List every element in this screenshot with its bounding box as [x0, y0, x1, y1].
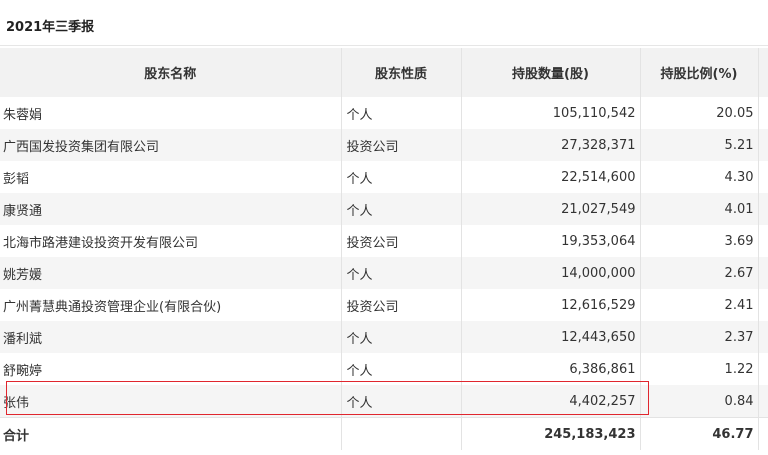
table-row: 张伟 个人 4,402,257 0.84: [0, 385, 768, 418]
holder-type: 投资公司: [341, 129, 462, 161]
holder-shares: 19,353,064: [461, 225, 641, 257]
holder-type: 投资公司: [341, 225, 462, 257]
total-shares: 245,183,423: [461, 417, 641, 450]
holder-name: 姚芳媛: [0, 257, 342, 289]
total-label: 合计: [0, 417, 342, 450]
holder-name: 舒畹婷: [0, 353, 342, 385]
holder-type: 个人: [341, 97, 462, 129]
holder-name: 彭韬: [0, 161, 342, 193]
holder-name: 康贤通: [0, 193, 342, 225]
holder-ratio: 2.37: [640, 321, 759, 353]
column-header-type[interactable]: 股东性质: [341, 48, 462, 97]
row-extra-cell: [758, 193, 768, 225]
row-extra-cell: [758, 289, 768, 321]
holder-name: 广州菁慧典通投资管理企业(有限合伙): [0, 289, 342, 321]
holder-type: 个人: [341, 385, 462, 418]
row-extra-cell: [758, 257, 768, 289]
holder-shares: 12,616,529: [461, 289, 641, 321]
holder-ratio: 4.01: [640, 193, 759, 225]
holder-type: 个人: [341, 353, 462, 385]
table-row: 朱蓉娟 个人 105,110,542 20.05: [0, 97, 768, 129]
holder-shares: 12,443,650: [461, 321, 641, 353]
column-header-ratio[interactable]: 持股比例(%): [640, 48, 759, 97]
total-type: [341, 417, 462, 450]
holder-shares: 4,402,257: [461, 385, 641, 418]
holder-name: 北海市路港建设投资开发有限公司: [0, 225, 342, 257]
table-row: 广州菁慧典通投资管理企业(有限合伙) 投资公司 12,616,529 2.41: [0, 289, 768, 321]
holder-ratio: 2.67: [640, 257, 759, 289]
holder-shares: 6,386,861: [461, 353, 641, 385]
table-row: 潘利斌 个人 12,443,650 2.37: [0, 321, 768, 353]
table-row: 广西国发投资集团有限公司 投资公司 27,328,371 5.21: [0, 129, 768, 161]
holder-type: 个人: [341, 193, 462, 225]
total-row: 合计 245,183,423 46.77: [0, 417, 768, 450]
holder-shares: 21,027,549: [461, 193, 641, 225]
table-header-row: 股东名称 股东性质 持股数量(股) 持股比例(%): [0, 48, 768, 97]
holder-ratio: 3.69: [640, 225, 759, 257]
total-ratio: 46.77: [640, 417, 759, 450]
column-header-name[interactable]: 股东名称: [0, 48, 342, 97]
holder-name: 朱蓉娟: [0, 97, 342, 129]
holder-type: 投资公司: [341, 289, 462, 321]
holder-ratio: 1.22: [640, 353, 759, 385]
holder-shares: 27,328,371: [461, 129, 641, 161]
table-row: 舒畹婷 个人 6,386,861 1.22: [0, 353, 768, 385]
table-row: 彭韬 个人 22,514,600 4.30: [0, 161, 768, 193]
row-extra-cell: [758, 97, 768, 129]
holder-ratio: 0.84: [640, 385, 759, 418]
holder-shares: 105,110,542: [461, 97, 641, 129]
holder-type: 个人: [341, 257, 462, 289]
row-extra-cell: [758, 353, 768, 385]
row-extra-cell: [758, 385, 768, 418]
table-row: 北海市路港建设投资开发有限公司 投资公司 19,353,064 3.69: [0, 225, 768, 257]
holder-type: 个人: [341, 321, 462, 353]
row-extra-cell: [758, 129, 768, 161]
row-extra-cell: [758, 321, 768, 353]
shareholder-table: 股东名称 股东性质 持股数量(股) 持股比例(%) 朱蓉娟 个人 105,110…: [0, 48, 768, 450]
holder-name: 张伟: [0, 385, 342, 418]
table-row: 康贤通 个人 21,027,549 4.01: [0, 193, 768, 225]
row-extra-cell: [758, 225, 768, 257]
row-extra-cell: [758, 417, 768, 450]
holder-ratio: 2.41: [640, 289, 759, 321]
table-row: 姚芳媛 个人 14,000,000 2.67: [0, 257, 768, 289]
row-extra-cell: [758, 161, 768, 193]
holder-name: 潘利斌: [0, 321, 342, 353]
holder-name: 广西国发投资集团有限公司: [0, 129, 342, 161]
column-header-shares[interactable]: 持股数量(股): [461, 48, 641, 97]
holder-ratio: 5.21: [640, 129, 759, 161]
holder-shares: 22,514,600: [461, 161, 641, 193]
holder-ratio: 4.30: [640, 161, 759, 193]
report-title: 2021年三季报: [6, 20, 95, 35]
holder-shares: 14,000,000: [461, 257, 641, 289]
holder-type: 个人: [341, 161, 462, 193]
holder-ratio: 20.05: [640, 97, 759, 129]
divider: [0, 45, 768, 46]
column-header-extra: [758, 48, 768, 97]
